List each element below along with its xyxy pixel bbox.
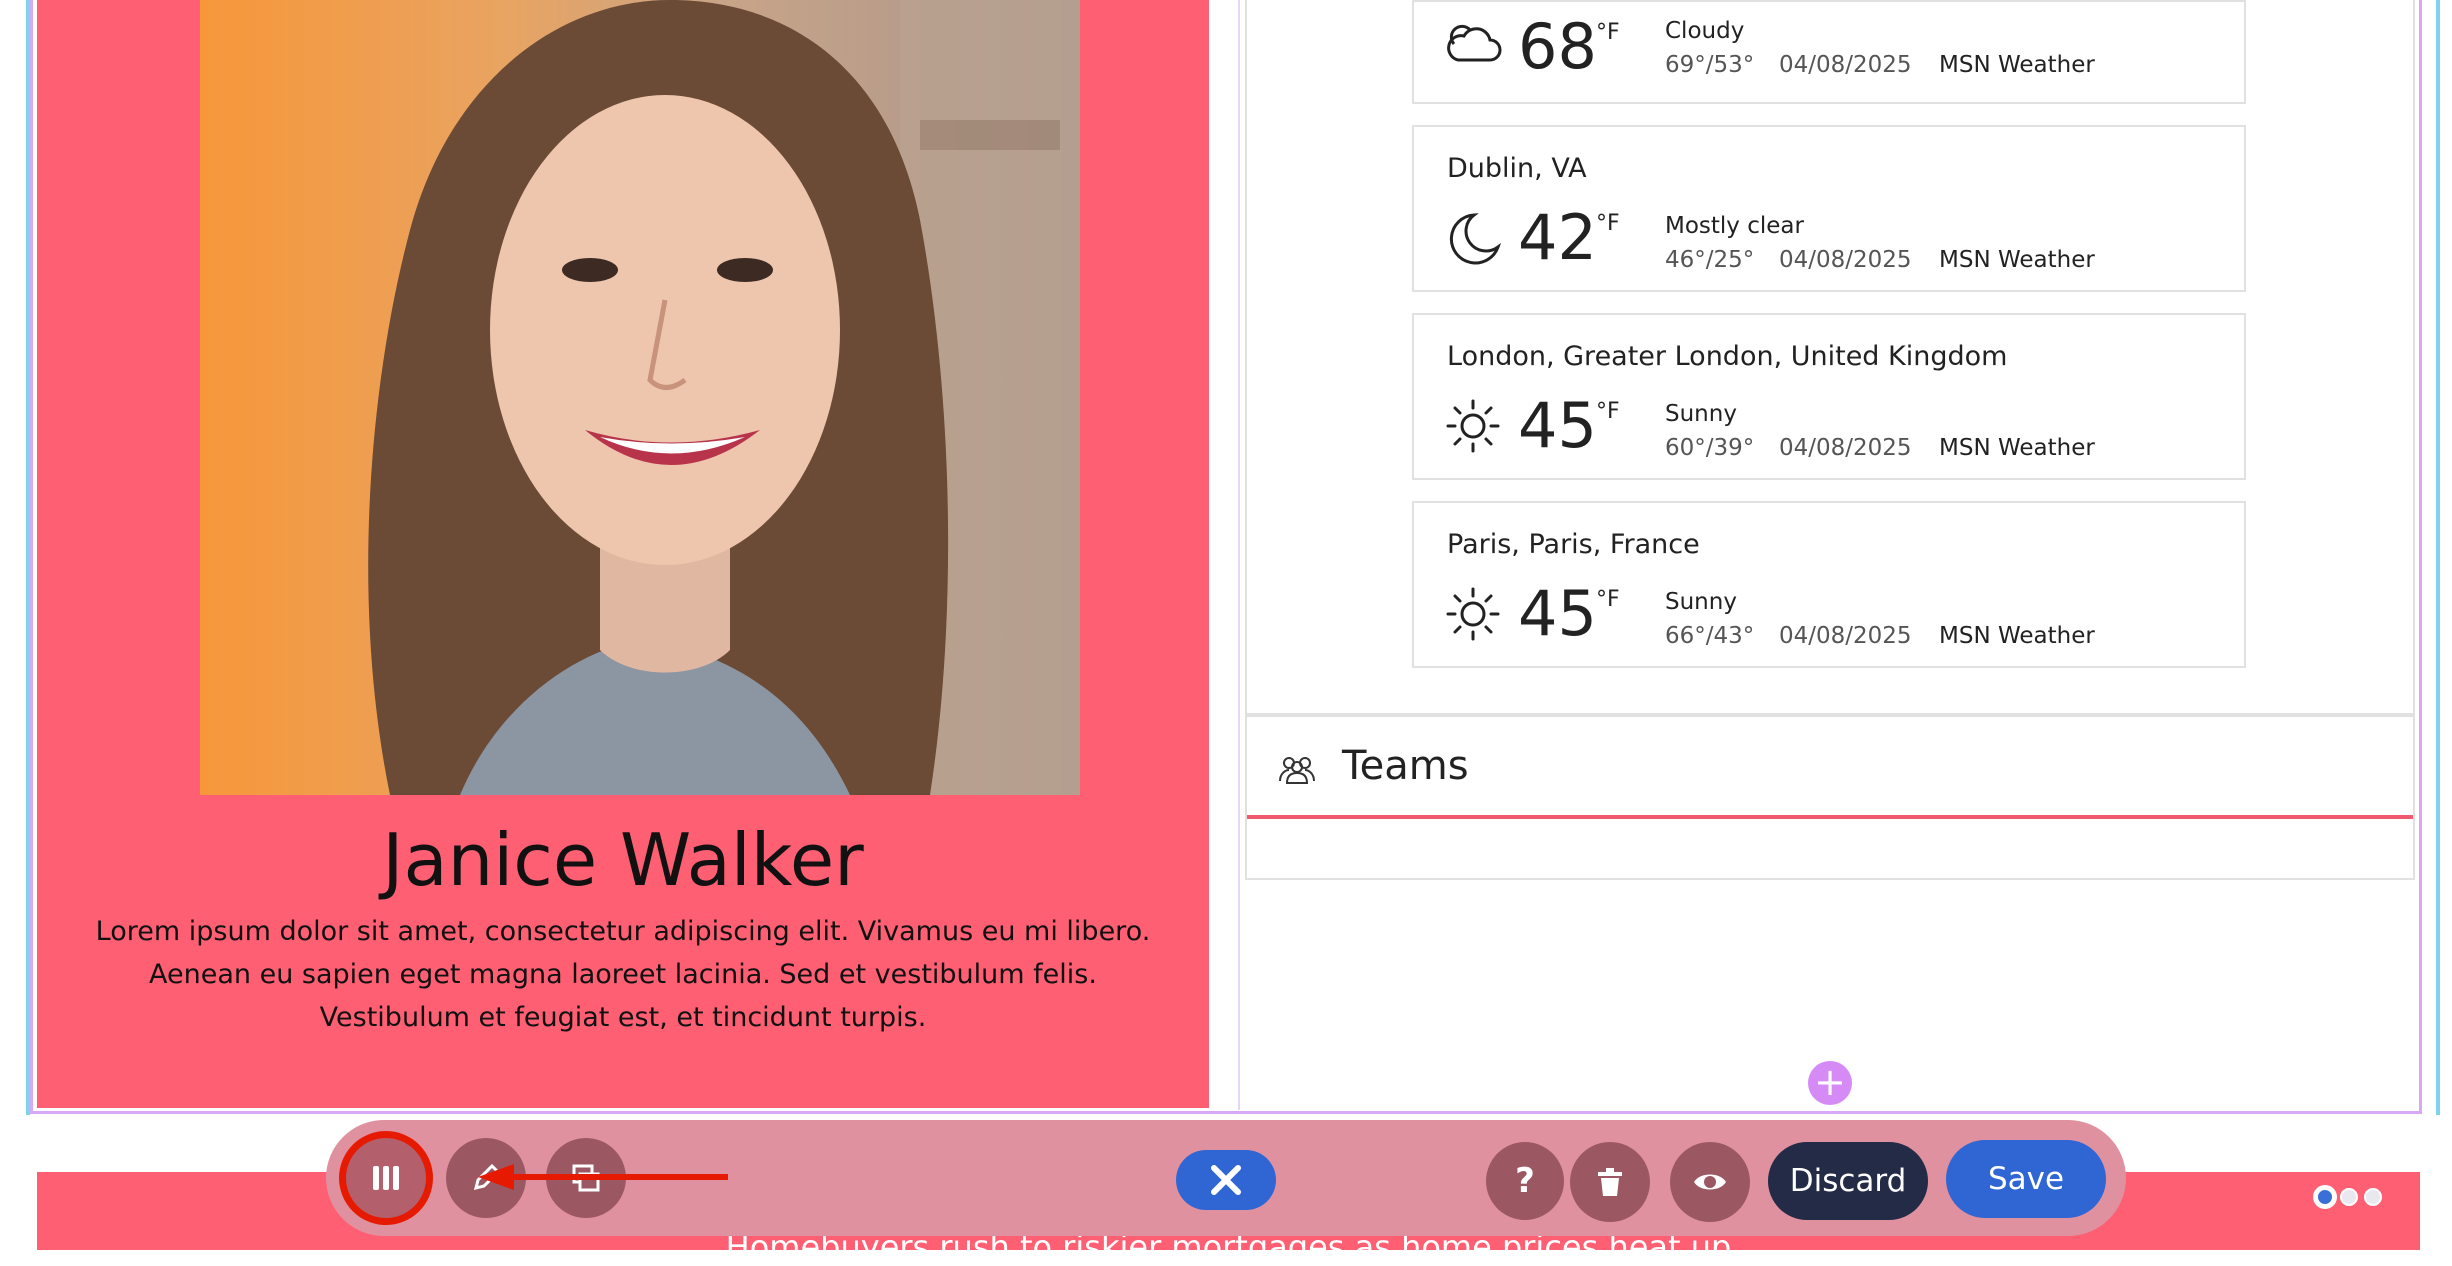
add-section-button[interactable]: + <box>1808 1061 1852 1105</box>
discard-button[interactable]: Discard <box>1768 1142 1928 1220</box>
weather-card[interactable]: Paris, Paris, France 45 °F Sunny 66°/43°… <box>1412 501 2246 668</box>
close-icon <box>1211 1165 1241 1195</box>
weather-source: MSN Weather <box>1939 52 2095 78</box>
close-button[interactable] <box>1176 1150 1276 1210</box>
weather-condition: Cloudy <box>1665 18 1745 44</box>
sun-icon <box>1446 587 1500 641</box>
weather-range: 69°/53° <box>1665 52 1755 78</box>
weather-temp: 45 <box>1518 389 1597 462</box>
carousel-dot[interactable] <box>2340 1188 2358 1206</box>
weather-location: Paris, Paris, France <box>1447 529 1700 560</box>
weather-temp: 68 <box>1518 10 1597 83</box>
weather-source: MSN Weather <box>1939 435 2095 461</box>
moon-icon <box>1449 213 1502 265</box>
carousel-dots[interactable] <box>2312 1182 2386 1212</box>
profile-card[interactable]: Janice Walker Lorem ipsum dolor sit amet… <box>37 0 1209 1108</box>
weather-temp: 45 <box>1518 577 1597 650</box>
profile-name: Janice Walker <box>382 818 864 902</box>
weather-location: London, Greater London, United Kingdom <box>1447 341 2008 372</box>
section-layout-button[interactable] <box>346 1138 426 1218</box>
save-button[interactable]: Save <box>1946 1140 2106 1218</box>
preview-button[interactable] <box>1670 1142 1750 1222</box>
weather-range: 46°/25° <box>1665 247 1755 273</box>
weather-location: Dublin, VA <box>1447 153 1587 184</box>
annotation-arrow <box>478 1164 728 1190</box>
weather-unit: °F <box>1596 399 1620 424</box>
carousel-dot[interactable] <box>2364 1188 2382 1206</box>
weather-card[interactable]: 68 °F Cloudy 69°/53° 04/08/2025 MSN Weat… <box>1412 0 2246 104</box>
help-icon: ? <box>1515 1161 1535 1201</box>
cloud-icon <box>1447 24 1502 62</box>
teams-header: Teams <box>1247 717 2413 819</box>
section-outline-right <box>2436 0 2440 1115</box>
teams-webpart[interactable]: Teams <box>1245 715 2415 880</box>
help-button[interactable]: ? <box>1486 1142 1564 1220</box>
weather-unit: °F <box>1596 587 1620 612</box>
trash-icon <box>1598 1168 1622 1196</box>
profile-photo <box>200 0 1080 795</box>
weather-source: MSN Weather <box>1939 247 2095 273</box>
weather-date: 04/08/2025 <box>1779 623 1912 649</box>
weather-temp: 42 <box>1518 201 1597 274</box>
carousel-dot[interactable] <box>2316 1188 2334 1206</box>
weather-source: MSN Weather <box>1939 623 2095 649</box>
teams-title: Teams <box>1342 743 1469 789</box>
weather-condition: Sunny <box>1665 589 1737 615</box>
column-divider <box>1238 0 1240 1110</box>
weather-date: 04/08/2025 <box>1779 52 1912 78</box>
delete-button[interactable] <box>1570 1142 1650 1222</box>
weather-unit: °F <box>1596 20 1620 45</box>
columns-icon <box>373 1166 399 1190</box>
profile-bio: Lorem ipsum dolor sit amet, consectetur … <box>95 916 1151 1033</box>
weather-card[interactable]: London, Greater London, United Kingdom 4… <box>1412 313 2246 480</box>
weather-card[interactable]: Dublin, VA 42 °F Mostly clear 46°/25° 04… <box>1412 125 2246 292</box>
weather-date: 04/08/2025 <box>1779 247 1912 273</box>
weather-range: 66°/43° <box>1665 623 1755 649</box>
weather-range: 60°/39° <box>1665 435 1755 461</box>
people-group-icon <box>1279 757 1315 784</box>
eye-icon <box>1694 1174 1726 1190</box>
weather-condition: Sunny <box>1665 401 1737 427</box>
weather-unit: °F <box>1596 211 1620 236</box>
weather-condition: Mostly clear <box>1665 213 1804 239</box>
weather-date: 04/08/2025 <box>1779 435 1912 461</box>
sun-icon <box>1446 399 1500 453</box>
